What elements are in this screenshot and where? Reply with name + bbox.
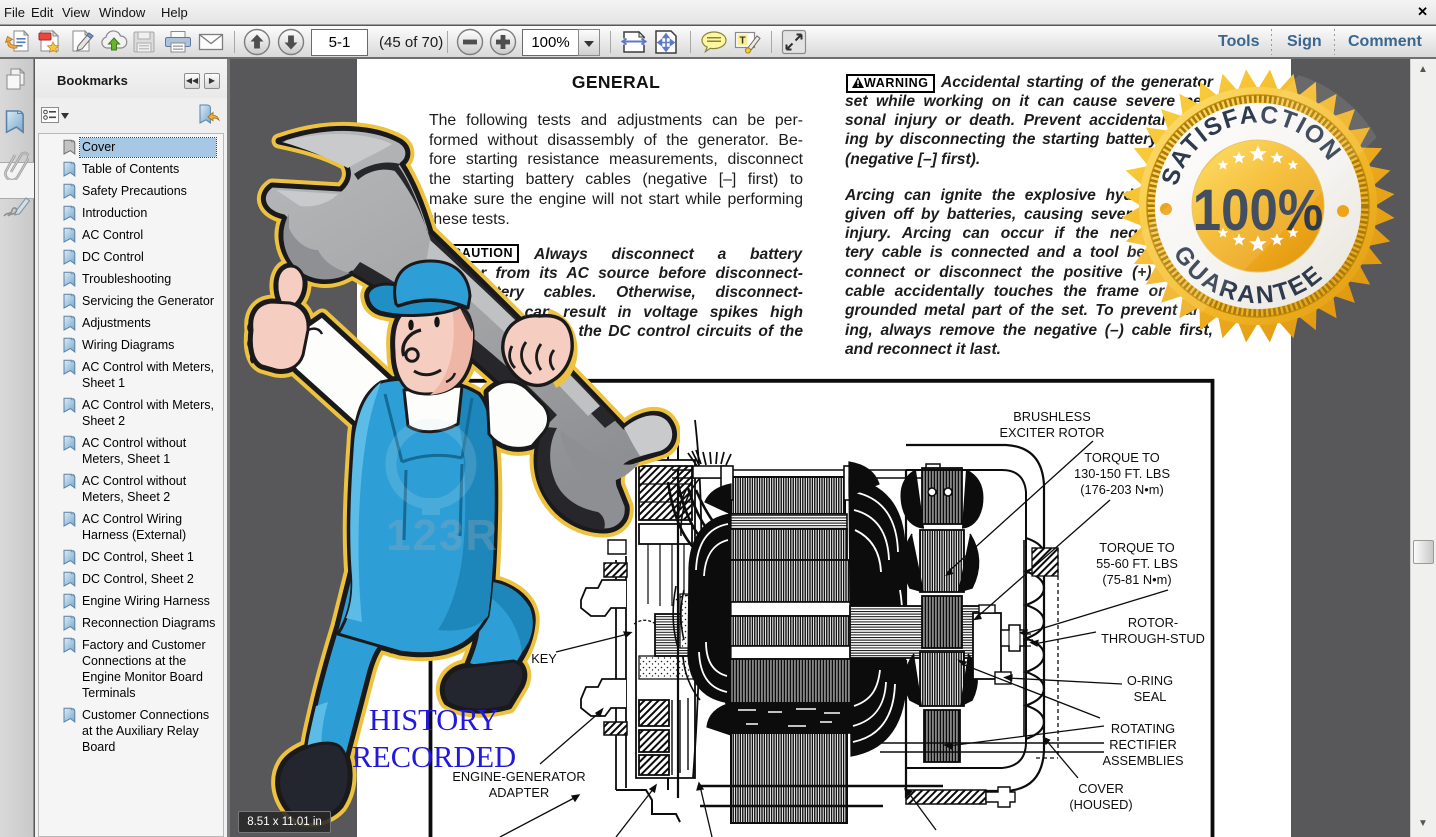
svg-text:ROTATING: ROTATING (1111, 721, 1175, 736)
svg-text:O-RING: O-RING (1127, 673, 1173, 688)
svg-text:COVER: COVER (1078, 781, 1124, 796)
svg-text:130-150 FT. LBS: 130-150 FT. LBS (1074, 466, 1170, 481)
svg-text:EXCITER ROTOR: EXCITER ROTOR (1000, 425, 1105, 440)
svg-text:(75-81 N•m): (75-81 N•m) (1102, 572, 1171, 587)
svg-text:(HOUSED): (HOUSED) (1069, 797, 1132, 812)
svg-text:T: T (740, 36, 746, 47)
svg-text:ASSEMBLIES: ASSEMBLIES (1102, 753, 1183, 768)
svg-text:TORQUE TO: TORQUE TO (1099, 540, 1174, 555)
svg-text:TORQUE TO: TORQUE TO (1084, 450, 1159, 465)
svg-text:RECTIFIER: RECTIFIER (1109, 737, 1177, 752)
svg-text:THROUGH-STUD: THROUGH-STUD (1101, 631, 1205, 646)
svg-text:(176-203 N•m): (176-203 N•m) (1080, 482, 1163, 497)
svg-text:55-60 FT. LBS: 55-60 FT. LBS (1096, 556, 1178, 571)
svg-text:SEAL: SEAL (1134, 689, 1167, 704)
svg-text:BRUSHLESS: BRUSHLESS (1013, 409, 1091, 424)
svg-text:ROTOR-: ROTOR- (1128, 615, 1178, 630)
svg-text:123R: 123R (386, 511, 499, 560)
